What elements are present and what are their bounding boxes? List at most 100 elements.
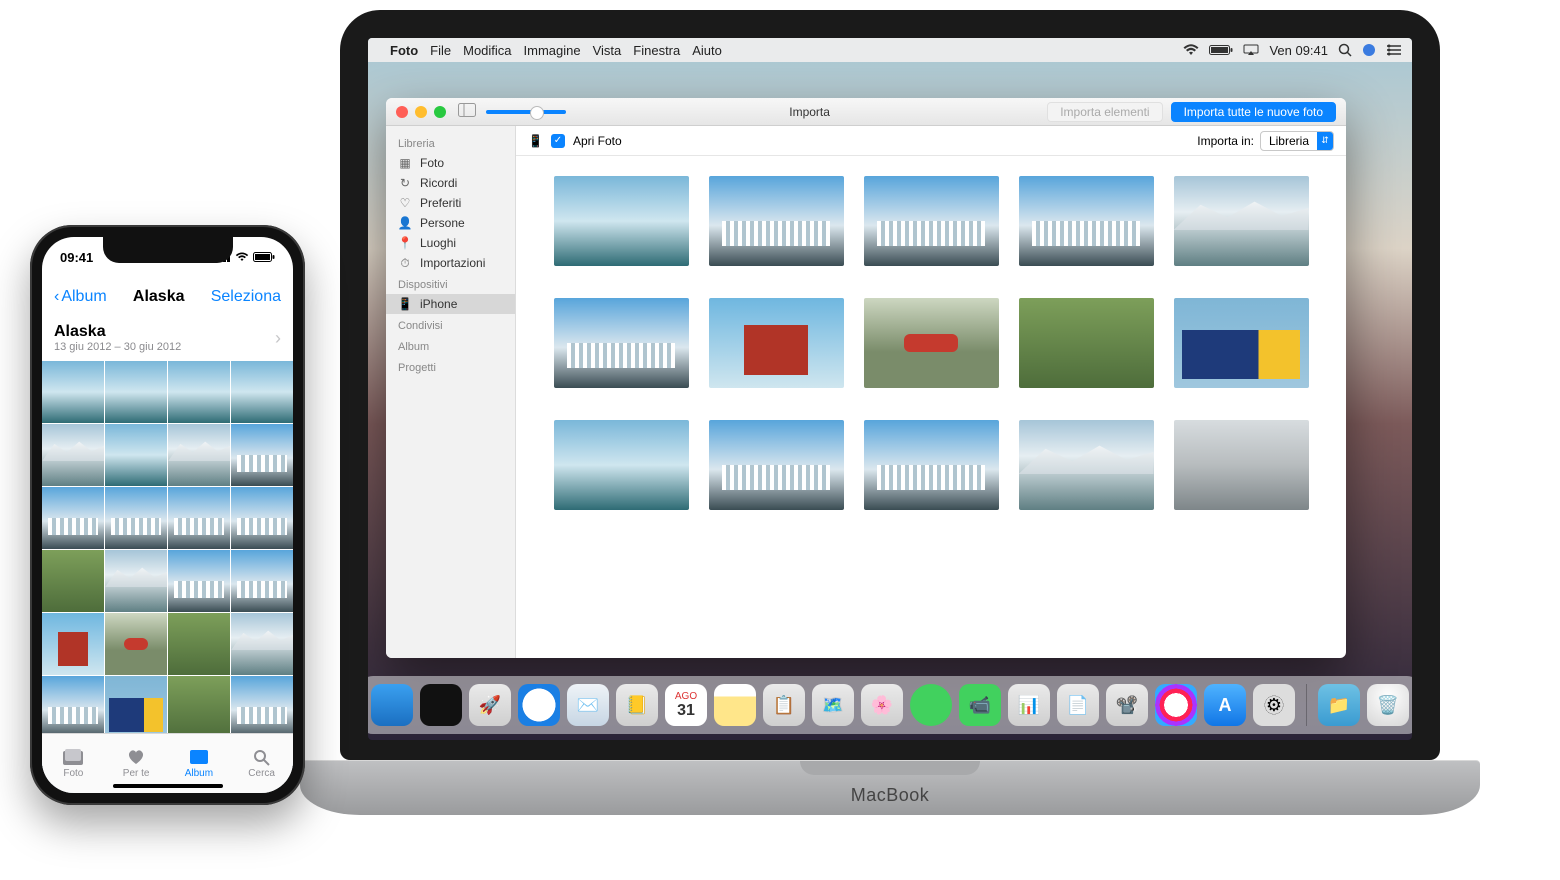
open-photos-checkbox[interactable]: ✓ — [551, 134, 565, 148]
album-photo[interactable] — [231, 676, 293, 738]
window-zoom[interactable] — [434, 106, 446, 118]
window-minimize[interactable] — [415, 106, 427, 118]
notification-center-icon[interactable] — [1386, 44, 1402, 56]
sidebar-section-albums[interactable]: Album — [386, 335, 515, 356]
dock-app-appstore[interactable]: A — [1204, 684, 1246, 726]
dock-app-contacts[interactable]: 📒 — [616, 684, 658, 726]
album-photo[interactable] — [231, 550, 293, 612]
album-photo[interactable] — [231, 424, 293, 486]
sidebar-item-imports[interactable]: ⏱Importazioni — [386, 253, 515, 273]
menubar-item-image[interactable]: Immagine — [524, 43, 581, 58]
menubar-item-edit[interactable]: Modifica — [463, 43, 511, 58]
import-thumbnail[interactable] — [554, 298, 689, 388]
dock-app-keynote[interactable]: 📽️ — [1106, 684, 1148, 726]
nav-select-button[interactable]: Seleziona — [211, 288, 281, 306]
dock-app-messages[interactable] — [910, 684, 952, 726]
album-photo[interactable] — [231, 487, 293, 549]
battery-icon[interactable] — [1209, 44, 1233, 56]
album-photo[interactable] — [42, 361, 104, 423]
import-thumbnail[interactable] — [554, 420, 689, 510]
siri-icon[interactable] — [1362, 43, 1376, 57]
album-photo[interactable] — [105, 487, 167, 549]
dock-trash[interactable]: 🗑️ — [1367, 684, 1409, 726]
import-thumbnail[interactable] — [709, 176, 844, 266]
sidebar-item-photos[interactable]: ▦Foto — [386, 153, 515, 173]
album-photo[interactable] — [42, 676, 104, 738]
sidebar-item-memories[interactable]: ↻Ricordi — [386, 173, 515, 193]
dock-app-numbers[interactable]: 📊 — [1008, 684, 1050, 726]
import-thumbnail[interactable] — [1019, 298, 1154, 388]
menubar-app-name[interactable]: Foto — [390, 43, 418, 58]
dock-app-reminders[interactable]: 📋 — [763, 684, 805, 726]
album-photo[interactable] — [168, 613, 230, 675]
album-photo[interactable] — [105, 424, 167, 486]
dock-app-pages[interactable]: 📄 — [1057, 684, 1099, 726]
menubar-item-window[interactable]: Finestra — [633, 43, 680, 58]
album-photo[interactable] — [168, 487, 230, 549]
import-thumbnail[interactable] — [709, 298, 844, 388]
import-destination-select[interactable]: Libreria ⇵ — [1260, 131, 1334, 151]
album-photo[interactable] — [42, 550, 104, 612]
sidebar-item-iphone[interactable]: 📱iPhone — [386, 294, 515, 314]
album-photo[interactable] — [42, 487, 104, 549]
dock-app-itunes[interactable] — [1155, 684, 1197, 726]
menubar-item-help[interactable]: Aiuto — [692, 43, 722, 58]
import-thumbnail[interactable] — [864, 420, 999, 510]
album-photo[interactable] — [231, 361, 293, 423]
import-thumbnail[interactable] — [864, 298, 999, 388]
album-photo[interactable] — [105, 361, 167, 423]
import-thumbnail[interactable] — [1174, 176, 1309, 266]
album-header[interactable]: Alaska 13 giu 2012 – 30 giu 2012 › — [42, 317, 293, 361]
dock-app-finder[interactable] — [371, 684, 413, 726]
sidebar-item-people[interactable]: 👤Persone — [386, 213, 515, 233]
sidebar-section-shared[interactable]: Condivisi — [386, 314, 515, 335]
import-thumbnail[interactable] — [1019, 420, 1154, 510]
nav-back-button[interactable]: ‹Album — [54, 288, 107, 306]
albums-tab-icon — [188, 748, 210, 766]
dock-app-notes[interactable] — [714, 684, 756, 726]
album-photo[interactable] — [168, 676, 230, 738]
menubar-item-view[interactable]: Vista — [593, 43, 622, 58]
album-photo[interactable] — [168, 550, 230, 612]
tab-search[interactable]: Cerca — [230, 734, 293, 793]
album-photo[interactable] — [105, 613, 167, 675]
album-photo[interactable] — [168, 361, 230, 423]
thumbnail-zoom-slider[interactable] — [486, 110, 566, 114]
import-thumbnail[interactable] — [554, 176, 689, 266]
menubar-item-file[interactable]: File — [430, 43, 451, 58]
dock-app-calendar[interactable]: AGO31 — [665, 684, 707, 726]
album-photo[interactable] — [42, 613, 104, 675]
window-close[interactable] — [396, 106, 408, 118]
tab-photos[interactable]: Foto — [42, 734, 105, 793]
dock-app-siri[interactable] — [420, 684, 462, 726]
dock-app-mail[interactable]: ✉️ — [567, 684, 609, 726]
dock-app-launchpad[interactable]: 🚀 — [469, 684, 511, 726]
import-thumbnail[interactable] — [709, 420, 844, 510]
import-thumbnail[interactable] — [1174, 420, 1309, 510]
import-thumbnail[interactable] — [864, 176, 999, 266]
dock-app-settings[interactable]: ⚙ — [1253, 684, 1295, 726]
album-photo[interactable] — [168, 424, 230, 486]
album-photo[interactable] — [42, 424, 104, 486]
album-photo[interactable] — [231, 613, 293, 675]
dock-folder-downloads[interactable]: 📁 — [1318, 684, 1360, 726]
sidebar-item-places[interactable]: 📍Luoghi — [386, 233, 515, 253]
album-photo[interactable] — [105, 676, 167, 738]
sidebar-item-favorites[interactable]: ♡Preferiti — [386, 193, 515, 213]
import-thumbnail[interactable] — [1174, 298, 1309, 388]
dock-app-photos[interactable]: 🌸 — [861, 684, 903, 726]
dock-app-facetime[interactable]: 📹 — [959, 684, 1001, 726]
airplay-icon[interactable] — [1243, 44, 1259, 56]
menubar-clock[interactable]: Ven 09:41 — [1269, 43, 1328, 58]
spotlight-icon[interactable] — [1338, 43, 1352, 57]
sidebar-section-projects[interactable]: Progetti — [386, 356, 515, 377]
dock-app-safari[interactable] — [518, 684, 560, 726]
import-all-button[interactable]: Importa tutte le nuove foto — [1171, 102, 1336, 122]
album-photo[interactable] — [105, 550, 167, 612]
import-thumbnail[interactable] — [1019, 176, 1154, 266]
home-indicator[interactable] — [113, 784, 223, 788]
wifi-icon[interactable] — [1183, 44, 1199, 56]
sidebar-toggle-icon[interactable] — [458, 103, 476, 120]
import-selected-button[interactable]: Importa elementi — [1047, 102, 1162, 122]
dock-app-maps[interactable]: 🗺️ — [812, 684, 854, 726]
